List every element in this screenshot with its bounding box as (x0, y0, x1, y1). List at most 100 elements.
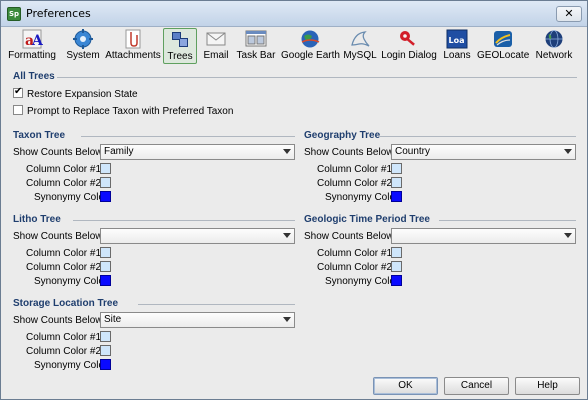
column-color-2-label: Column Color #2: (317, 178, 395, 189)
show-counts-label: Show Counts Below: (13, 231, 106, 242)
taxon-synonymy-color-swatch[interactable] (100, 191, 111, 202)
toolbar-label: Network (535, 50, 573, 61)
geologic-show-counts-select[interactable] (391, 228, 576, 244)
column-color-1-label: Column Color #1: (26, 332, 104, 343)
geologic-time-tree-title: Geologic Time Period Tree (304, 214, 430, 225)
checkbox-label: Prompt to Replace Taxon with Preferred T… (27, 105, 234, 117)
litho-column-color-1-swatch[interactable] (100, 247, 111, 258)
select-value: Country (395, 146, 431, 157)
formatting-icon: a A (22, 29, 43, 49)
select-value: Site (104, 314, 122, 325)
checkbox-box[interactable] (13, 86, 23, 98)
storage-column-color-2-swatch[interactable] (100, 345, 111, 356)
synonymy-color-label: Synonymy Color: (34, 192, 111, 203)
geography-column-color-1-swatch[interactable] (391, 163, 402, 174)
show-counts-label: Show Counts Below: (304, 147, 397, 158)
chevron-down-icon (564, 233, 572, 238)
storage-column-color-1-swatch[interactable] (100, 331, 111, 342)
column-color-2-label: Column Color #2: (317, 262, 395, 273)
close-button[interactable]: ✕ (556, 6, 582, 22)
taskbar-icon (245, 30, 267, 47)
storage-location-tree-title: Storage Location Tree (13, 298, 119, 309)
chevron-down-icon (283, 233, 291, 238)
toolbar-label: Attachments (105, 50, 161, 61)
toolbar-geolocate[interactable]: GEOLocate (477, 28, 529, 64)
help-button[interactable]: Help (515, 377, 580, 395)
paperclip-icon (125, 29, 141, 49)
checkbox-box[interactable] (13, 105, 23, 115)
column-color-1-label: Column Color #1: (317, 248, 395, 259)
prompt-replace-taxon-checkbox[interactable]: Prompt to Replace Taxon with Preferred T… (13, 104, 233, 118)
chevron-down-icon (283, 317, 291, 322)
synonymy-color-label: Synonymy Color: (34, 276, 111, 287)
storage-synonymy-color-swatch[interactable] (100, 359, 111, 370)
column-color-2-label: Column Color #2: (26, 346, 104, 357)
section-divider (57, 77, 577, 78)
geologic-column-color-1-swatch[interactable] (391, 247, 402, 258)
ok-button[interactable]: OK (373, 377, 438, 395)
column-color-2-label: Column Color #2: (26, 178, 104, 189)
mysql-dolphin-icon (351, 31, 370, 47)
taxon-column-color-2-swatch[interactable] (100, 177, 111, 188)
toolbar-email[interactable]: Email (200, 28, 232, 64)
restore-expansion-checkbox[interactable]: Restore Expansion State (13, 86, 138, 101)
title-bar: Sp Preferences ✕ (1, 1, 587, 27)
synonymy-color-label: Synonymy Color: (325, 276, 402, 287)
synonymy-color-label: Synonymy Color: (34, 360, 111, 371)
toolbar-label: Loans (443, 50, 471, 61)
svg-text:A: A (31, 33, 43, 49)
toolbar-system[interactable]: System (63, 28, 103, 64)
litho-show-counts-select[interactable] (100, 228, 295, 244)
section-divider (379, 136, 576, 137)
trees-icon (172, 32, 188, 47)
key-icon (400, 31, 415, 46)
column-color-1-label: Column Color #1: (26, 164, 104, 175)
toolbar-trees[interactable]: Trees (163, 28, 197, 64)
envelope-icon (206, 32, 226, 46)
toolbar-google-earth[interactable]: Google Earth (281, 28, 340, 64)
synonymy-color-label: Synonymy Color: (325, 192, 402, 203)
toolbar-label: Login Dialog (381, 50, 437, 61)
network-globe-icon (545, 30, 563, 48)
all-trees-title: All Trees (13, 71, 55, 82)
loans-icon-text: Loa (449, 36, 465, 45)
section-divider (73, 220, 295, 221)
column-color-1-label: Column Color #1: (317, 164, 395, 175)
checkbox-label: Restore Expansion State (27, 88, 138, 100)
globe-icon (301, 30, 320, 48)
column-color-2-label: Column Color #2: (26, 262, 104, 273)
show-counts-label: Show Counts Below: (13, 315, 106, 326)
app-icon: Sp (7, 7, 21, 21)
geography-column-color-2-swatch[interactable] (391, 177, 402, 188)
toolbar-label: Formatting (8, 50, 56, 61)
geography-show-counts-select[interactable]: Country (391, 144, 576, 160)
toolbar-attachments[interactable]: Attachments (105, 28, 161, 64)
geography-tree-title: Geography Tree (304, 130, 381, 141)
toolbar-label: GEOLocate (477, 50, 530, 61)
chevron-down-icon (564, 149, 572, 154)
taxon-show-counts-select[interactable]: Family (100, 144, 295, 160)
show-counts-label: Show Counts Below: (304, 231, 397, 242)
section-divider (81, 136, 295, 137)
loans-icon: Loa (446, 29, 468, 49)
geologic-column-color-2-swatch[interactable] (391, 261, 402, 272)
geologic-synonymy-color-swatch[interactable] (391, 275, 402, 286)
toolbar-loans[interactable]: Loa Loans (441, 28, 473, 64)
cancel-button[interactable]: Cancel (444, 377, 509, 395)
taxon-column-color-1-swatch[interactable] (100, 163, 111, 174)
litho-column-color-2-swatch[interactable] (100, 261, 111, 272)
toolbar-network[interactable]: Network (533, 28, 575, 64)
litho-synonymy-color-swatch[interactable] (100, 275, 111, 286)
litho-tree-title: Litho Tree (13, 214, 61, 225)
toolbar-taskbar[interactable]: Task Bar (234, 28, 278, 64)
toolbar-label: System (66, 50, 100, 61)
toolbar-login-dialog[interactable]: Login Dialog (381, 28, 437, 64)
window-title: Preferences (26, 7, 91, 20)
toolbar-label: Email (203, 50, 229, 61)
gear-icon (73, 29, 93, 49)
taxon-tree-title: Taxon Tree (13, 130, 66, 141)
geography-synonymy-color-swatch[interactable] (391, 191, 402, 202)
storage-show-counts-select[interactable]: Site (100, 312, 295, 328)
toolbar-formatting[interactable]: a A Formatting (7, 28, 57, 64)
toolbar-mysql[interactable]: MySQL (343, 28, 377, 64)
